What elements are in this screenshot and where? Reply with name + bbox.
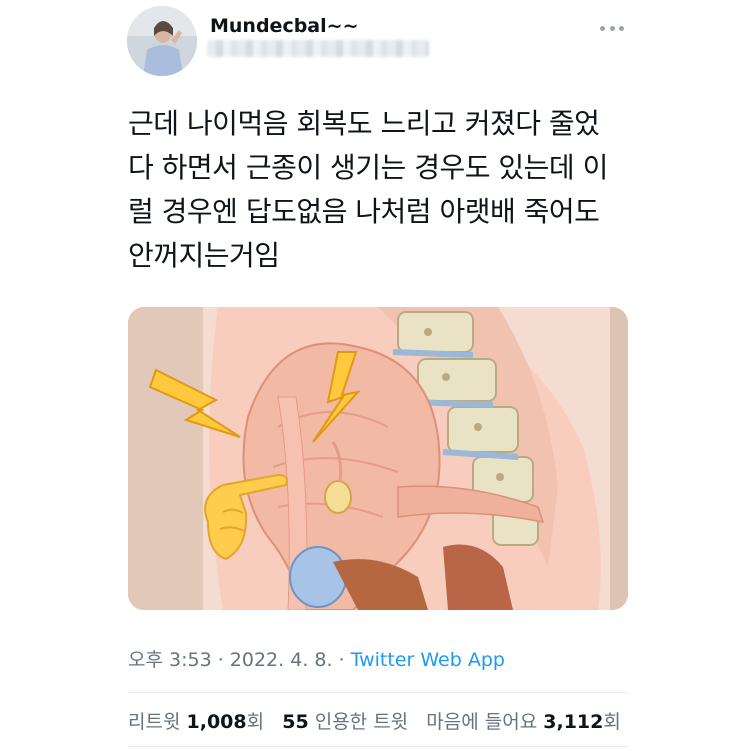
separator: · <box>211 649 230 671</box>
quotes-stat[interactable]: 55 인용한 트윗 <box>282 711 408 733</box>
tweet-card: Mundecbal~~ 근데 나이먹음 회복도 느리고 커졌다 줄었 다 하면서… <box>0 0 756 756</box>
tweet-line: 다 하면서 근종이 생기는 경우도 있는데 이 <box>128 151 608 184</box>
tweet-stats: 리트윗 1,008회 55 인용한 트윗 마음에 들어요 3,112회 <box>128 707 621 734</box>
tweet-date[interactable]: 2022. 4. 8. <box>230 649 333 671</box>
more-options-icon[interactable] <box>600 22 624 34</box>
tweet-line: 안꺼지는거임 <box>128 239 280 272</box>
tweet-time[interactable]: 오후 3:53 <box>128 649 212 671</box>
tweet-timestamp: 오후 3:53 · 2022. 4. 8. · Twitter Web App <box>128 645 505 672</box>
separator: · <box>332 649 351 671</box>
quotes-count: 55 <box>282 711 309 733</box>
anatomy-illustration <box>128 307 628 610</box>
retweets-count: 1,008 <box>186 711 247 733</box>
dot <box>600 25 605 31</box>
tweet-line: 럴 경우엔 답도없음 나처럼 아랫배 죽어도 <box>128 195 600 228</box>
likes-unit: 회 <box>603 711 621 733</box>
divider <box>128 692 628 693</box>
divider <box>128 746 628 747</box>
dot <box>609 25 615 31</box>
avatar[interactable] <box>127 6 197 76</box>
tweet-image[interactable] <box>128 307 628 610</box>
tweet-source-link[interactable]: Twitter Web App <box>351 649 505 671</box>
retweets-unit: 회 <box>246 711 265 733</box>
likes-stat[interactable]: 마음에 들어요 3,112회 <box>426 711 621 733</box>
retweets-stat[interactable]: 리트윗 1,008회 <box>128 711 264 733</box>
dot <box>619 25 624 31</box>
likes-count: 3,112 <box>543 711 604 733</box>
blurred-handle <box>207 40 429 57</box>
tweet-line: 근데 나이먹음 회복도 느리고 커졌다 줄었 <box>128 107 600 140</box>
likes-label: 마음에 들어요 <box>426 711 538 733</box>
profile-photo-icon <box>127 6 197 76</box>
quotes-label: 인용한 트윗 <box>314 711 409 733</box>
retweets-label: 리트윗 <box>128 711 181 733</box>
tweet-text: 근데 나이먹음 회복도 느리고 커졌다 줄었 다 하면서 근종이 생기는 경우도… <box>128 102 628 278</box>
display-name[interactable]: Mundecbal~~ <box>210 15 358 37</box>
